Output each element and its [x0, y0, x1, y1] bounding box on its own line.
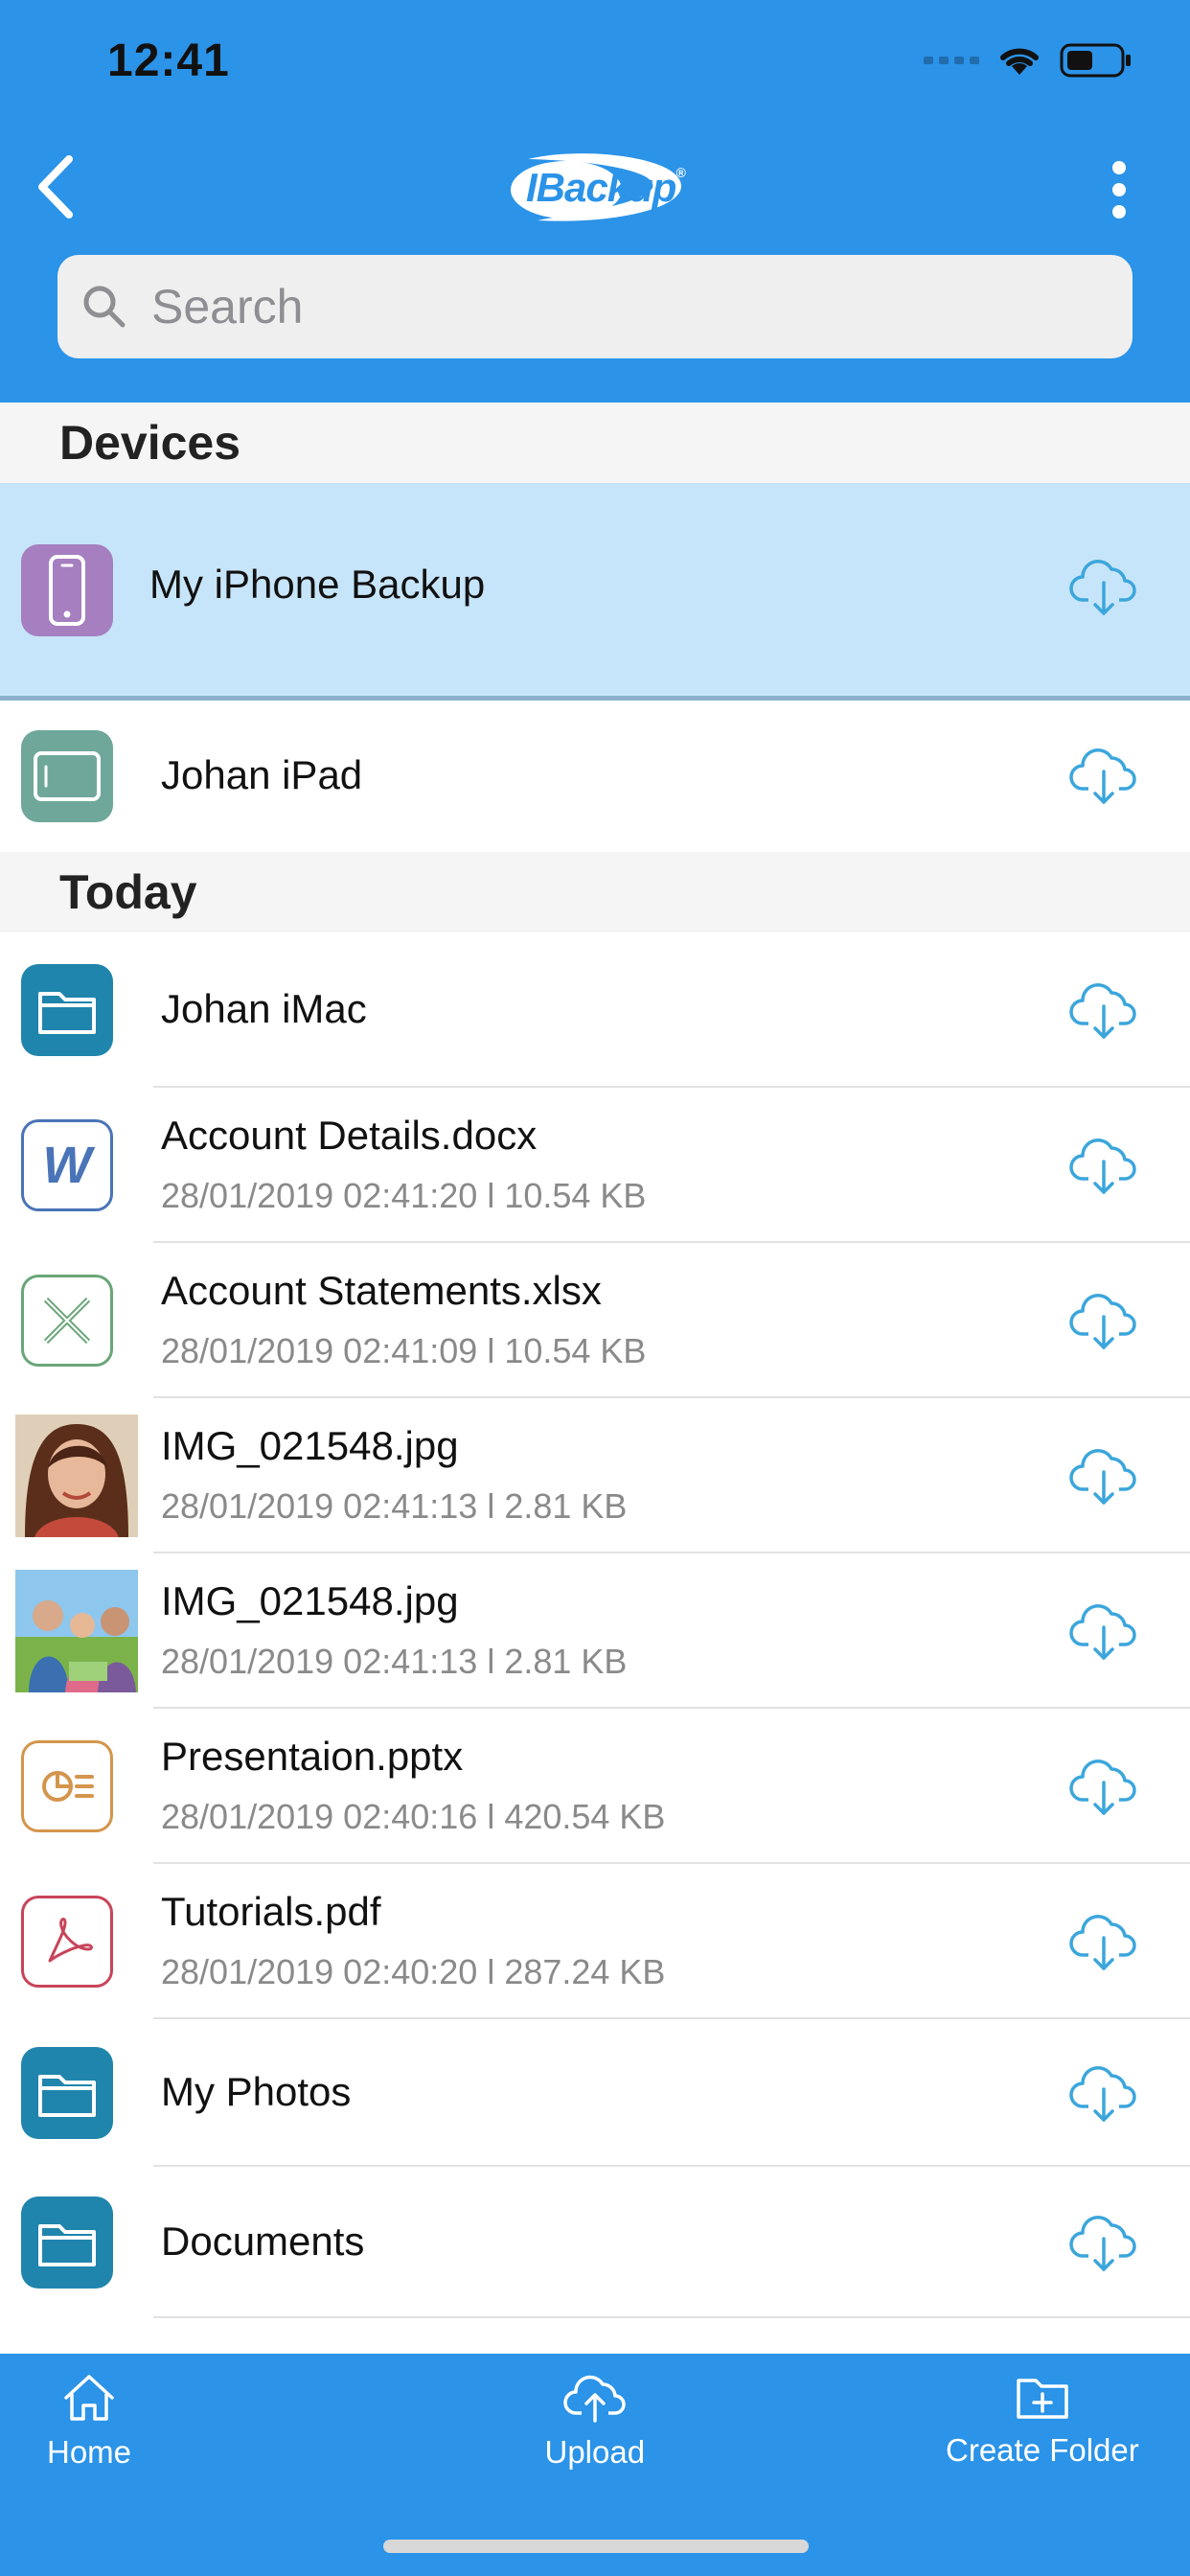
chevron-left-icon	[38, 155, 73, 218]
cloud-download-icon	[1069, 1138, 1136, 1194]
cloud-download-icon	[1069, 983, 1136, 1039]
file-name: Presentaion.pptx	[161, 1734, 464, 1779]
home-indicator	[383, 2540, 809, 2553]
status-indicators	[924, 42, 1133, 79]
file-name: IMG_021548.jpg	[161, 1578, 459, 1623]
excel-doc-icon	[21, 1275, 113, 1367]
svg-text:W: W	[43, 1138, 96, 1192]
list-item-file[interactable]: Account Statements.xlsx 28/01/2019 02:41…	[0, 1243, 1190, 1398]
pdf-icon	[21, 1896, 113, 1988]
device-name: My iPhone Backup	[149, 562, 486, 607]
file-name: My Photos	[161, 2069, 352, 2114]
list-item-file[interactable]: My Photos	[0, 2019, 1190, 2167]
download-button[interactable]	[1065, 548, 1142, 625]
section-title: Devices	[59, 416, 241, 470]
cloud-download-icon	[1069, 1760, 1136, 1815]
file-meta: 28/01/2019 02:41:20 l 10.54 KB	[161, 1176, 647, 1215]
list-item-file[interactable]: IMG_021548.jpg 28/01/2019 02:41:13 l 2.8…	[0, 1398, 1190, 1553]
section-header-devices: Devices	[0, 402, 1190, 483]
list-item-file[interactable]: W Account Details.docx 28/01/2019 02:41:…	[0, 1088, 1190, 1243]
list-item-file[interactable]: Tutorials.pdf 28/01/2019 02:40:20 l 287.…	[0, 1864, 1190, 2019]
iphone-icon	[21, 544, 113, 636]
download-button[interactable]	[1065, 2204, 1142, 2281]
section-header-today: Today	[0, 852, 1190, 932]
tab-label: Upload	[544, 2434, 646, 2470]
file-meta: 28/01/2019 02:40:20 l 287.24 KB	[161, 1952, 666, 1991]
cloud-download-icon	[1069, 1915, 1136, 1970]
cloud-download-icon	[1069, 1294, 1136, 1349]
row-divider	[153, 2316, 1190, 2318]
logo-wordmark: IBackup	[526, 165, 676, 210]
folder-icon	[21, 964, 113, 1056]
download-button[interactable]	[1065, 972, 1142, 1048]
device-name: Johan iPad	[161, 752, 363, 797]
list-item-device[interactable]: My iPhone Backup	[0, 483, 1190, 701]
folder-icon	[21, 2047, 113, 2139]
cloud-download-icon	[1069, 748, 1136, 804]
search-icon	[83, 286, 126, 328]
file-name: Johan iMac	[161, 986, 367, 1031]
tab-home[interactable]: Home	[47, 2373, 131, 2471]
more-dot	[1112, 183, 1126, 196]
tab-label: Create Folder	[946, 2432, 1139, 2468]
cloud-download-icon	[1069, 560, 1136, 615]
folder-icon	[21, 2196, 113, 2288]
logo-registered-mark: ®	[675, 165, 685, 180]
more-dot	[1112, 161, 1126, 174]
back-button[interactable]	[27, 153, 84, 220]
cellular-signal-icon	[924, 57, 979, 64]
home-icon	[64, 2375, 114, 2421]
more-dot	[1112, 205, 1126, 218]
list-item-file[interactable]: Presentaion.pptx 28/01/2019 02:40:16 l 4…	[0, 1709, 1190, 1864]
file-meta: 28/01/2019 02:40:16 l 420.54 KB	[161, 1797, 666, 1836]
cloud-download-icon	[1069, 2066, 1136, 2122]
cloud-download-icon	[1069, 1449, 1136, 1505]
download-button[interactable]	[1065, 1593, 1142, 1669]
more-options-button[interactable]	[1100, 161, 1138, 218]
download-button[interactable]	[1065, 1748, 1142, 1825]
download-button[interactable]	[1065, 1903, 1142, 1980]
logo-text: IBackup®	[526, 165, 686, 211]
download-button[interactable]	[1065, 737, 1142, 814]
ibackup-logo: IBackup®	[499, 151, 691, 228]
wifi-icon	[1000, 48, 1039, 75]
download-button[interactable]	[1065, 1438, 1142, 1514]
list-item-file[interactable]: Johan iMac	[0, 932, 1190, 1088]
battery-icon	[1060, 43, 1131, 78]
app-header: 12:41 IBackup®	[0, 0, 1190, 402]
photo-thumbnail	[15, 1570, 138, 1692]
file-meta: 28/01/2019 02:41:13 l 2.81 KB	[161, 1486, 628, 1526]
file-name: Documents	[161, 2219, 365, 2264]
list-item-device[interactable]: Johan iPad	[0, 701, 1190, 852]
section-title: Today	[59, 865, 197, 919]
list-item-file[interactable]: Documents	[0, 2167, 1190, 2318]
cloud-download-icon	[1069, 2216, 1136, 2271]
download-button[interactable]	[1065, 1282, 1142, 1359]
download-button[interactable]	[1065, 2055, 1142, 2131]
ipad-icon	[21, 730, 113, 822]
word-doc-icon: W	[21, 1119, 113, 1211]
tab-label: Home	[47, 2434, 132, 2470]
file-meta: 28/01/2019 02:41:13 l 2.81 KB	[161, 1642, 628, 1681]
cloud-download-icon	[1069, 1604, 1136, 1660]
status-time: 12:41	[107, 35, 230, 86]
file-name: IMG_021548.jpg	[161, 1423, 459, 1468]
search-input[interactable]	[149, 278, 1092, 335]
file-name: Account Statements.xlsx	[161, 1268, 602, 1313]
tab-upload[interactable]: Upload	[544, 2373, 646, 2471]
list-item-file[interactable]: IMG_021548.jpg 28/01/2019 02:41:13 l 2.8…	[0, 1553, 1190, 1709]
presentation-icon	[21, 1740, 113, 1832]
file-meta: 28/01/2019 02:41:09 l 10.54 KB	[161, 1331, 647, 1370]
photo-thumbnail	[15, 1414, 138, 1537]
file-name: Account Details.docx	[161, 1113, 538, 1158]
file-name: Tutorials.pdf	[161, 1889, 381, 1934]
search-bar[interactable]	[57, 255, 1133, 358]
cloud-upload-icon	[563, 2375, 626, 2423]
folder-plus-icon	[1017, 2379, 1068, 2419]
tab-create-folder[interactable]: Create Folder	[946, 2373, 1139, 2469]
download-button[interactable]	[1065, 1127, 1142, 1204]
